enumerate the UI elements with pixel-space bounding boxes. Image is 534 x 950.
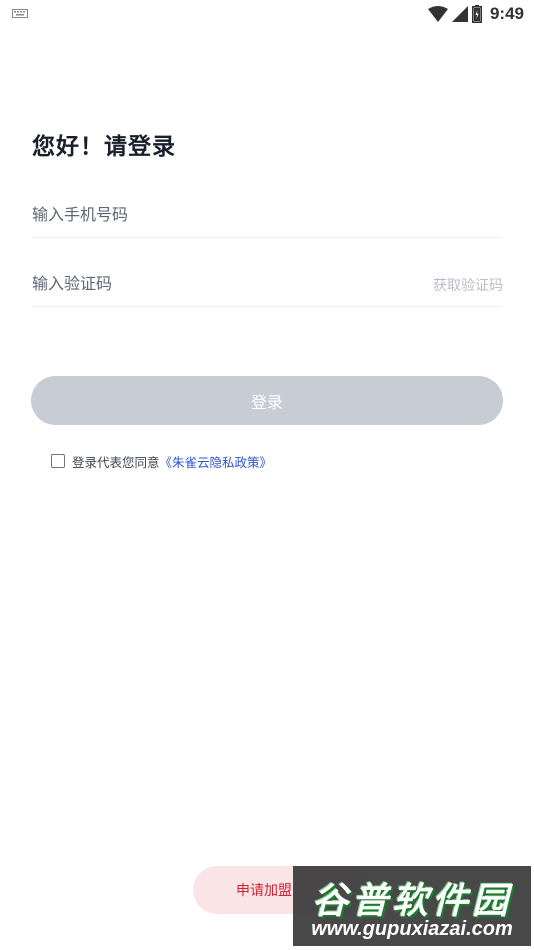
status-icons: 9:49 (427, 3, 524, 25)
signal-icon (451, 6, 468, 22)
apply-join-label: 申请加盟 (236, 883, 292, 899)
verification-code-input[interactable] (32, 263, 372, 303)
battery-icon (471, 5, 482, 23)
phone-input[interactable] (32, 194, 372, 234)
page-title: 您好！请登录 (32, 134, 176, 160)
status-bar: 9:49 (0, 0, 534, 28)
status-time: 9:49 (489, 4, 524, 23)
agreement-row: 登录代表您同意 《朱雀云隐私政策》 (51, 452, 272, 470)
privacy-policy-link[interactable]: 《朱雀云隐私政策》 (160, 452, 273, 471)
get-code-button[interactable]: 获取验证码 (433, 275, 503, 295)
agreement-text: 登录代表您同意 (72, 454, 160, 470)
phone-field (32, 194, 503, 238)
wifi-icon (427, 6, 448, 22)
code-field: 获取验证码 (32, 263, 503, 307)
watermark: 谷普软件园 www.gupuxiazai.com (293, 866, 531, 946)
login-button[interactable]: 登录 (31, 376, 503, 425)
watermark-logo: 谷普软件园 (311, 881, 512, 922)
keyboard-icon (12, 9, 28, 18)
watermark-url: www.gupuxiazai.com (311, 918, 513, 940)
agree-checkbox[interactable] (51, 454, 65, 468)
